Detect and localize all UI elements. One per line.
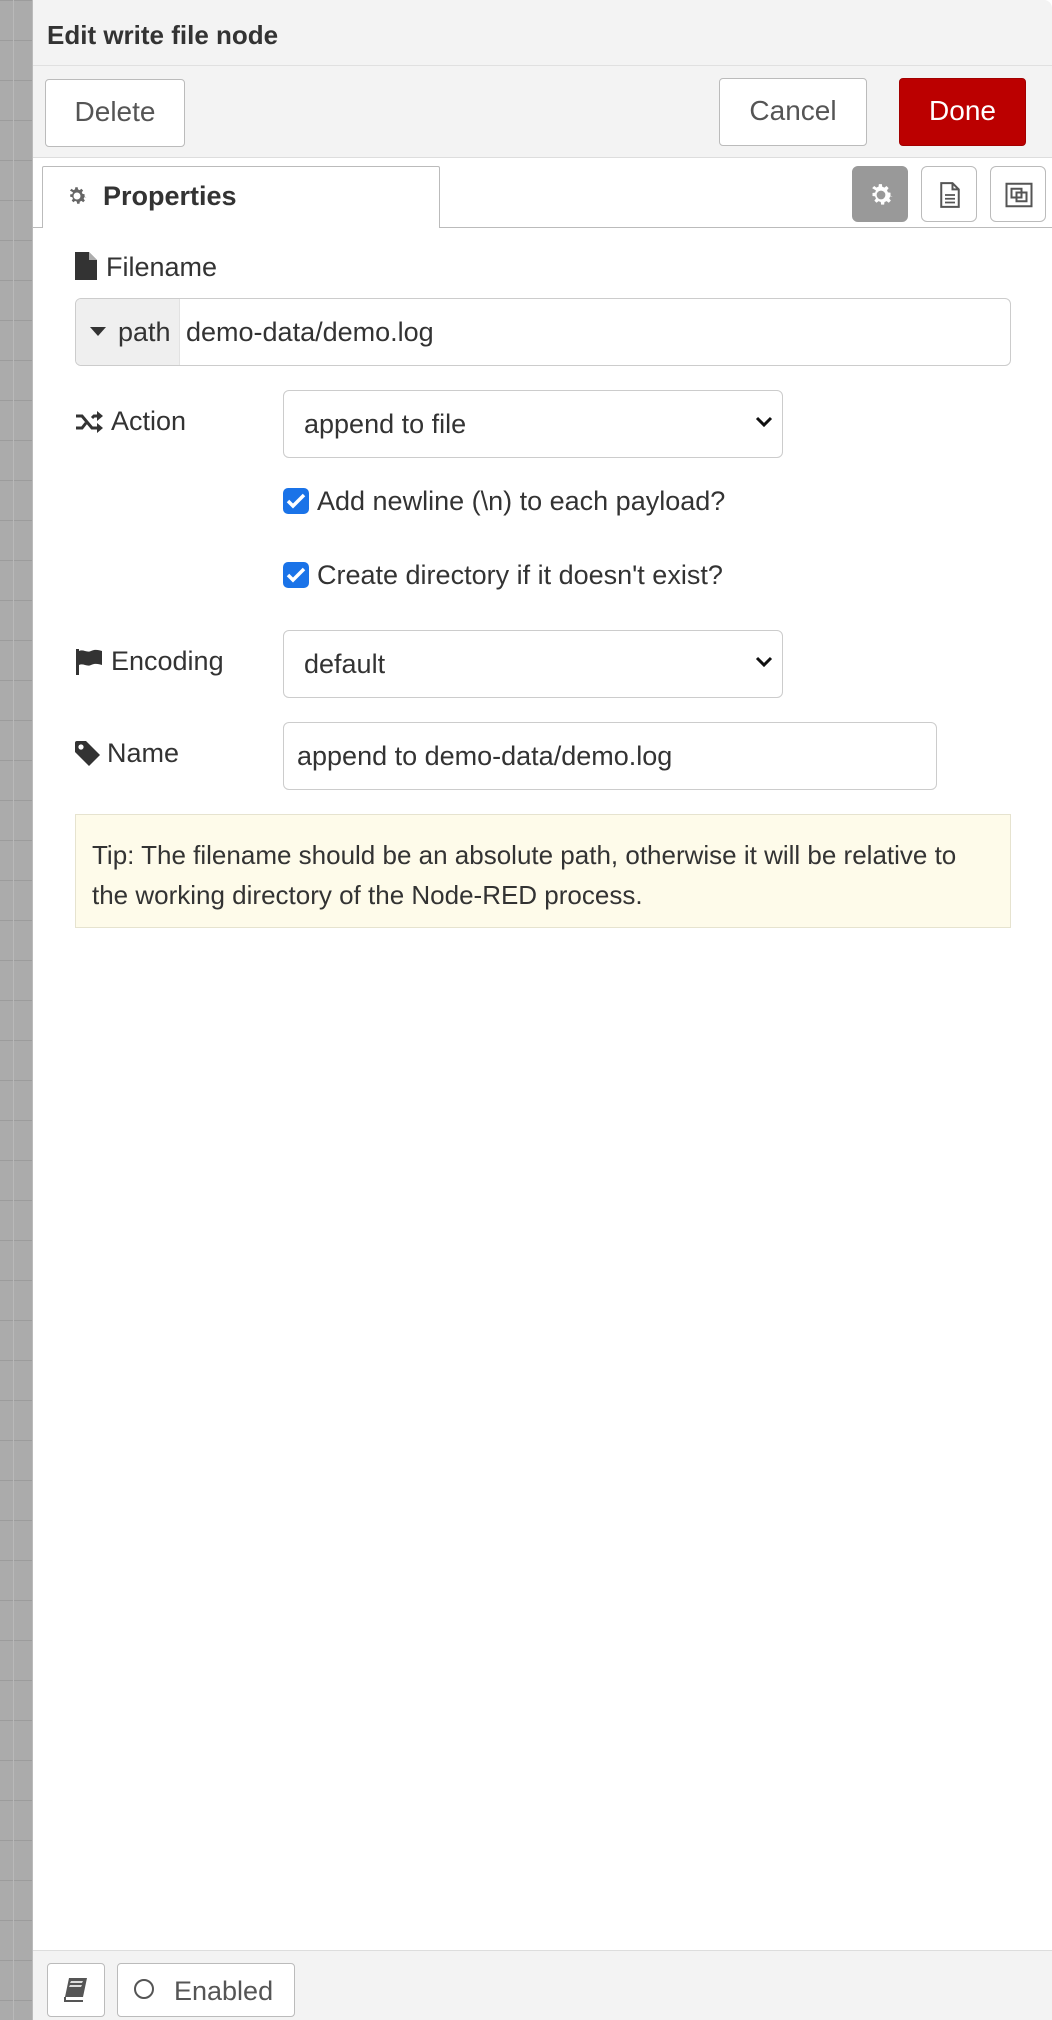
create-directory-checkbox[interactable] [283,562,309,588]
edit-tray: Edit write file node Delete Cancel Done … [32,0,1052,2020]
filename-label: Filename [75,252,375,284]
file-icon [75,252,97,280]
newline-checkbox[interactable] [283,488,309,514]
tray-toolbar: Delete Cancel Done [33,66,1052,158]
tag-icon [75,741,100,766]
book-icon [64,1978,87,2002]
newline-label: Add newline (\n) to each payload? [317,486,726,516]
circle-icon [134,1979,154,1999]
encoding-label: Encoding [75,646,275,678]
delete-button[interactable]: Delete [45,79,185,147]
workspace-grid-line [13,0,14,2020]
window-restore-icon [1005,182,1033,208]
gear-icon [65,184,89,215]
name-label: Name [75,738,275,770]
properties-tab-button[interactable] [852,166,908,222]
tray-footer: Enabled [33,1950,1052,2020]
action-selected-value: append to file [304,409,467,439]
encoding-select[interactable]: default [283,630,783,698]
enabled-label: Enabled [174,1976,274,2006]
tab-bar: Properties [33,158,1052,228]
caret-down-icon [90,327,106,336]
action-label: Action [75,406,275,438]
chevron-down-icon [755,656,773,668]
name-value: append to demo-data/demo.log [297,741,673,771]
node-help-button[interactable] [47,1963,105,2017]
checkmark-icon [286,567,306,583]
gear-icon [872,184,893,205]
random-icon [76,411,103,433]
appearance-tab-button[interactable] [990,166,1046,222]
description-tab-button[interactable] [921,166,977,222]
tip-box: Tip: The filename should be an absolute … [75,814,1011,928]
chevron-down-icon [755,416,773,428]
filename-type-label: path [118,317,171,347]
filename-type-selector[interactable]: path [76,299,180,365]
enabled-toggle[interactable]: Enabled [117,1963,295,2017]
action-select[interactable]: append to file [283,390,783,458]
workspace-background [0,0,32,2020]
checkmark-icon [286,493,306,509]
tab-properties[interactable]: Properties [42,166,440,228]
name-input[interactable]: append to demo-data/demo.log [283,722,937,790]
newline-option[interactable]: Add newline (\n) to each payload? [283,486,803,518]
file-text-icon [940,182,960,208]
cancel-button[interactable]: Cancel [719,78,867,146]
tray-title: Edit write file node [47,20,279,50]
tray-header: Edit write file node [33,0,1052,66]
filename-input[interactable]: path demo-data/demo.log [75,298,1011,366]
filename-value: demo-data/demo.log [186,317,434,347]
encoding-selected-value: default [304,649,386,679]
create-directory-option[interactable]: Create directory if it doesn't exist? [283,560,803,592]
tab-properties-label: Properties [103,181,237,211]
create-directory-label: Create directory if it doesn't exist? [317,560,723,590]
done-button[interactable]: Done [899,78,1026,146]
flag-icon [76,649,102,675]
